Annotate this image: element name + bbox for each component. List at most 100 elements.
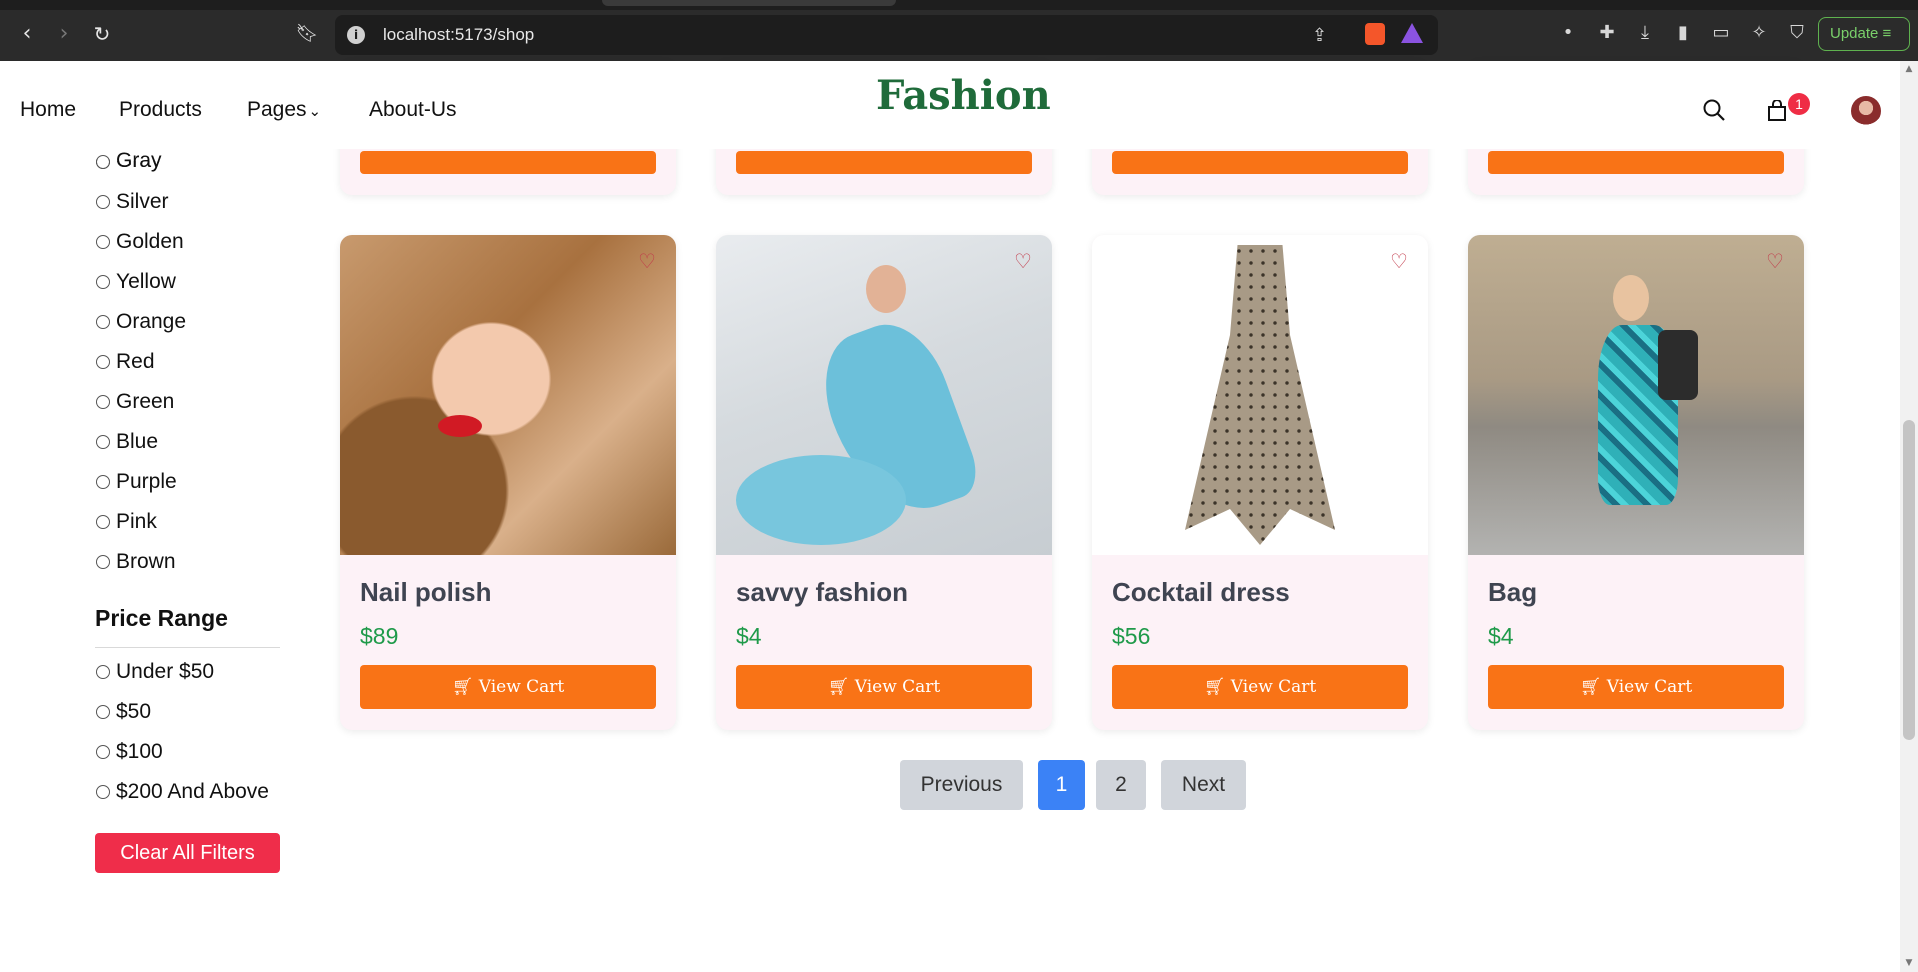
view-cart-button[interactable]: [736, 151, 1032, 174]
color-label[interactable]: Pink: [116, 510, 157, 534]
color-radio[interactable]: [96, 355, 110, 369]
heart-icon[interactable]: ♡: [638, 251, 658, 271]
view-cart-label: View Cart: [1230, 677, 1317, 697]
color-label[interactable]: Brown: [116, 550, 176, 574]
product-card: ♡ Bag $4 🛒︎ View Cart: [1468, 235, 1804, 730]
view-cart-label: View Cart: [478, 677, 565, 697]
color-label[interactable]: Green: [116, 390, 174, 414]
product-image[interactable]: [1468, 235, 1804, 555]
color-radio[interactable]: [96, 315, 110, 329]
update-button[interactable]: Update ≡: [1818, 17, 1910, 51]
color-label[interactable]: Orange: [116, 310, 186, 334]
nav-products[interactable]: Products: [119, 98, 202, 122]
view-cart-button[interactable]: 🛒︎ View Cart: [1488, 665, 1784, 709]
price-label[interactable]: $50: [116, 700, 151, 724]
divider: [95, 647, 280, 648]
shopping-bag-icon[interactable]: [1766, 100, 1788, 122]
view-cart-button[interactable]: 🛒︎ View Cart: [360, 665, 656, 709]
forward-icon[interactable]: ›: [52, 22, 76, 46]
product-card: ♡ savvy fashion $4 🛒︎ View Cart: [716, 235, 1052, 730]
download-icon[interactable]: ⤓: [1634, 22, 1656, 44]
nav-home[interactable]: Home: [20, 98, 76, 122]
brave-rewards-icon[interactable]: [1401, 23, 1423, 43]
scrollbar-thumb[interactable]: [1903, 420, 1915, 740]
color-radio[interactable]: [96, 515, 110, 529]
update-label: Update: [1830, 25, 1879, 42]
pagination-page-1[interactable]: 1: [1038, 760, 1085, 810]
site-info-icon[interactable]: i: [347, 26, 365, 44]
wallet-icon[interactable]: ▭: [1710, 22, 1732, 44]
color-radio[interactable]: [96, 555, 110, 569]
color-label[interactable]: Golden: [116, 230, 184, 254]
color-label[interactable]: Silver: [116, 190, 169, 214]
price-radio[interactable]: [96, 665, 110, 679]
color-radio[interactable]: [96, 275, 110, 289]
heart-icon[interactable]: ♡: [1390, 251, 1410, 271]
extension-dot-icon[interactable]: •: [1557, 22, 1579, 44]
color-radio[interactable]: [96, 475, 110, 489]
view-cart-button[interactable]: 🛒︎ View Cart: [736, 665, 1032, 709]
view-cart-button[interactable]: [1112, 151, 1408, 174]
back-icon[interactable]: ‹: [15, 22, 39, 46]
price-label[interactable]: $100: [116, 740, 163, 764]
vpn-icon[interactable]: ⛉: [1786, 22, 1808, 44]
bookmark-icon[interactable]: 🔖︎: [295, 22, 319, 46]
view-cart-button[interactable]: [360, 151, 656, 174]
product-name[interactable]: Cocktail dress: [1112, 577, 1290, 608]
cart-count-badge: 1: [1788, 93, 1810, 115]
address-bar[interactable]: i localhost:5173/shop ⇪: [335, 15, 1438, 55]
cart-icon: 🛒︎: [451, 677, 474, 697]
color-label[interactable]: Yellow: [116, 270, 176, 294]
product-name[interactable]: savvy fashion: [736, 577, 908, 608]
pagination-previous-button[interactable]: Previous: [900, 760, 1023, 810]
pagination-page-2[interactable]: 2: [1096, 760, 1146, 810]
color-radio[interactable]: [96, 435, 110, 449]
search-icon[interactable]: [1702, 98, 1726, 122]
avatar[interactable]: [1851, 96, 1881, 126]
nav-pages[interactable]: Pages⌄: [247, 98, 321, 122]
product-image[interactable]: [340, 235, 676, 555]
color-radio[interactable]: [96, 235, 110, 249]
product-price: $4: [1488, 623, 1514, 649]
pagination-next-button[interactable]: Next: [1161, 760, 1246, 810]
color-label[interactable]: Red: [116, 350, 155, 374]
cart-icon: 🛒︎: [1579, 677, 1602, 697]
view-cart-label: View Cart: [854, 677, 941, 697]
color-label[interactable]: Purple: [116, 470, 177, 494]
color-radio[interactable]: [96, 395, 110, 409]
share-icon[interactable]: ⇪: [1312, 25, 1327, 46]
price-label[interactable]: Under $50: [116, 660, 214, 684]
color-radio[interactable]: [96, 195, 110, 209]
view-cart-button[interactable]: 🛒︎ View Cart: [1112, 665, 1408, 709]
active-tab[interactable]: [602, 0, 896, 6]
tab-strip: [0, 0, 1918, 10]
view-cart-label: View Cart: [1606, 677, 1693, 697]
view-cart-button[interactable]: [1488, 151, 1784, 174]
product-name[interactable]: Bag: [1488, 577, 1537, 608]
heart-icon[interactable]: ♡: [1014, 251, 1034, 271]
color-label[interactable]: Blue: [116, 430, 158, 454]
scroll-up-icon[interactable]: ▲: [1903, 64, 1915, 76]
reload-icon[interactable]: ↻: [90, 22, 114, 46]
brave-shield-icon[interactable]: [1365, 23, 1385, 45]
sidebar-icon[interactable]: ▮: [1672, 22, 1694, 44]
extensions-icon[interactable]: ✚: [1596, 22, 1618, 44]
price-label[interactable]: $200 And Above: [116, 780, 269, 804]
clear-filters-button[interactable]: Clear All Filters: [95, 833, 280, 873]
menu-icon: ≡: [1882, 25, 1892, 42]
heart-icon[interactable]: ♡: [1766, 251, 1786, 271]
scroll-down-icon[interactable]: ▼: [1903, 958, 1915, 970]
leo-icon[interactable]: ✧: [1748, 22, 1770, 44]
price-radio[interactable]: [96, 785, 110, 799]
product-image[interactable]: [1092, 235, 1428, 555]
product-name[interactable]: Nail polish: [360, 577, 491, 608]
brand-logo[interactable]: Fashion: [876, 72, 1051, 119]
product-image[interactable]: [716, 235, 1052, 555]
price-radio[interactable]: [96, 745, 110, 759]
price-radio[interactable]: [96, 705, 110, 719]
product-price: $4: [736, 623, 762, 649]
lips: [438, 415, 482, 437]
nav-about-us[interactable]: About-Us: [369, 98, 457, 122]
browser-toolbar: ‹ › ↻ 🔖︎ i localhost:5173/shop ⇪ • ✚ ⤓ ▮…: [0, 0, 1918, 61]
url-text[interactable]: localhost:5173/shop: [383, 25, 534, 45]
